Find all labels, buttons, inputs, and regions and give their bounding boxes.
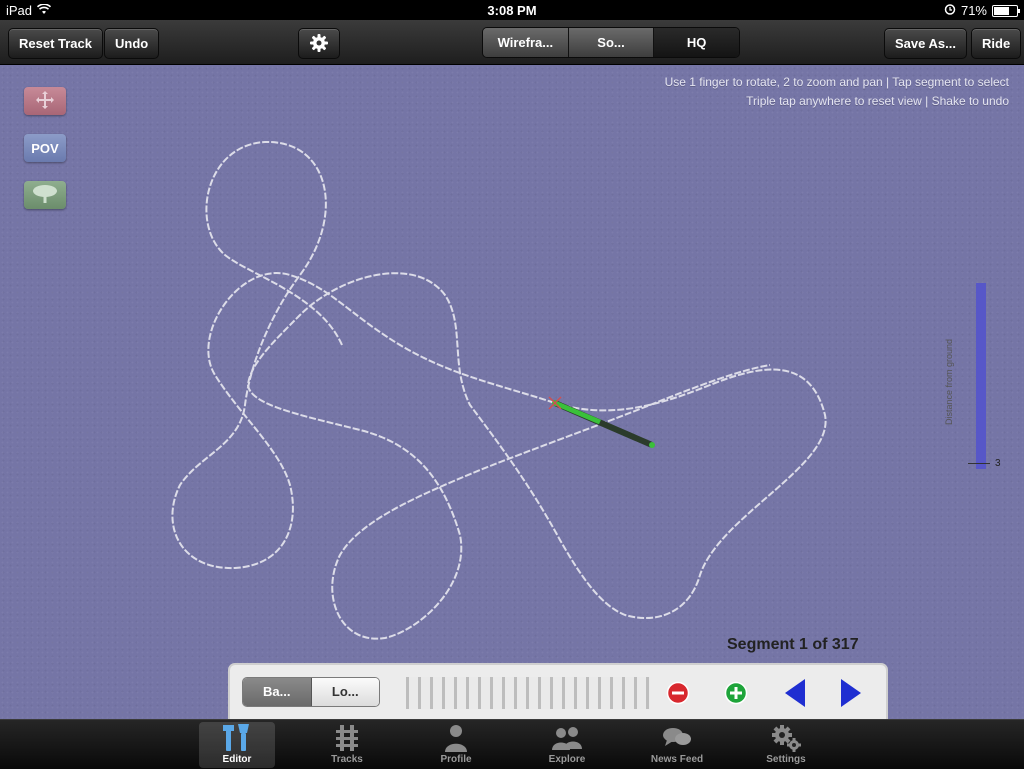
tab-label: Explore <box>548 754 586 765</box>
tab-label: Tracks <box>331 754 363 765</box>
tab-explore[interactable]: Explore <box>529 722 605 768</box>
status-bar: iPad 3:08 PM 71% <box>0 0 1024 20</box>
view-mode-wireframe[interactable]: Wirefra... <box>483 28 569 57</box>
undo-button[interactable]: Undo <box>104 28 160 59</box>
top-toolbar: Reset Track Undo Wirefra... So... HQ Sav… <box>0 20 1024 65</box>
segment-mode-control: Ba... Lo... <box>242 677 380 707</box>
tab-label: Editor <box>222 754 252 765</box>
view-mode-segmented-control: Wirefra... So... HQ <box>482 27 740 58</box>
tab-news-feed[interactable]: News Feed <box>639 722 715 768</box>
right-arrow-icon <box>838 679 864 713</box>
tab-label: News Feed <box>650 754 704 765</box>
view-mode-hq[interactable]: HQ <box>654 28 739 57</box>
minus-icon <box>666 681 690 709</box>
ride-button[interactable]: Ride <box>971 28 1022 59</box>
gear-icon <box>748 722 824 754</box>
distance-from-ground-label: Distance from ground <box>944 338 954 425</box>
view-mode-solid[interactable]: So... <box>568 28 655 57</box>
track-canvas[interactable]: Use 1 finger to rotate, 2 to zoom and pa… <box>0 65 1024 719</box>
tab-profile[interactable]: Profile <box>418 722 494 768</box>
tab-editor[interactable]: Editor <box>199 722 275 768</box>
distance-gauge <box>976 283 986 469</box>
reset-track-button[interactable]: Reset Track <box>8 28 103 59</box>
people-icon <box>529 722 605 754</box>
save-as-button[interactable]: Save As... <box>884 28 967 59</box>
tab-label: Settings <box>766 754 806 765</box>
person-icon <box>418 722 494 754</box>
battery-icon <box>992 4 1020 17</box>
track-icon <box>309 722 385 754</box>
distance-gauge-tick <box>968 463 990 464</box>
tab-label: Profile <box>440 754 472 765</box>
add-segment-button[interactable] <box>724 681 748 705</box>
alarm-icon <box>944 3 956 18</box>
gear-icon <box>309 34 329 56</box>
tab-tracks[interactable]: Tracks <box>309 722 385 768</box>
segment-mode-basic[interactable]: Ba... <box>243 678 312 706</box>
bottom-tab-bar: Editor Tracks Profile Explore News Feed … <box>0 719 1024 769</box>
tools-icon <box>199 722 275 754</box>
distance-value: 3 <box>995 458 1001 469</box>
left-arrow-icon <box>782 679 808 713</box>
chat-icon <box>639 722 715 754</box>
segment-info: Segment 1 of 317 <box>727 636 859 653</box>
coaster-track-drawing[interactable] <box>0 65 1024 719</box>
next-segment-button[interactable] <box>838 677 864 709</box>
segment-mode-loop[interactable]: Lo... <box>311 678 379 706</box>
segment-scroll-wheel[interactable] <box>406 677 650 709</box>
plus-icon <box>724 681 748 709</box>
battery-percent: 71% <box>960 3 987 18</box>
previous-segment-button[interactable] <box>782 677 808 709</box>
remove-segment-button[interactable] <box>666 681 690 705</box>
tab-settings[interactable]: Settings <box>748 722 824 768</box>
status-time: 3:08 PM <box>487 3 537 18</box>
segment-control-panel: Ba... Lo... <box>228 663 888 721</box>
settings-gear-button[interactable] <box>298 28 340 59</box>
